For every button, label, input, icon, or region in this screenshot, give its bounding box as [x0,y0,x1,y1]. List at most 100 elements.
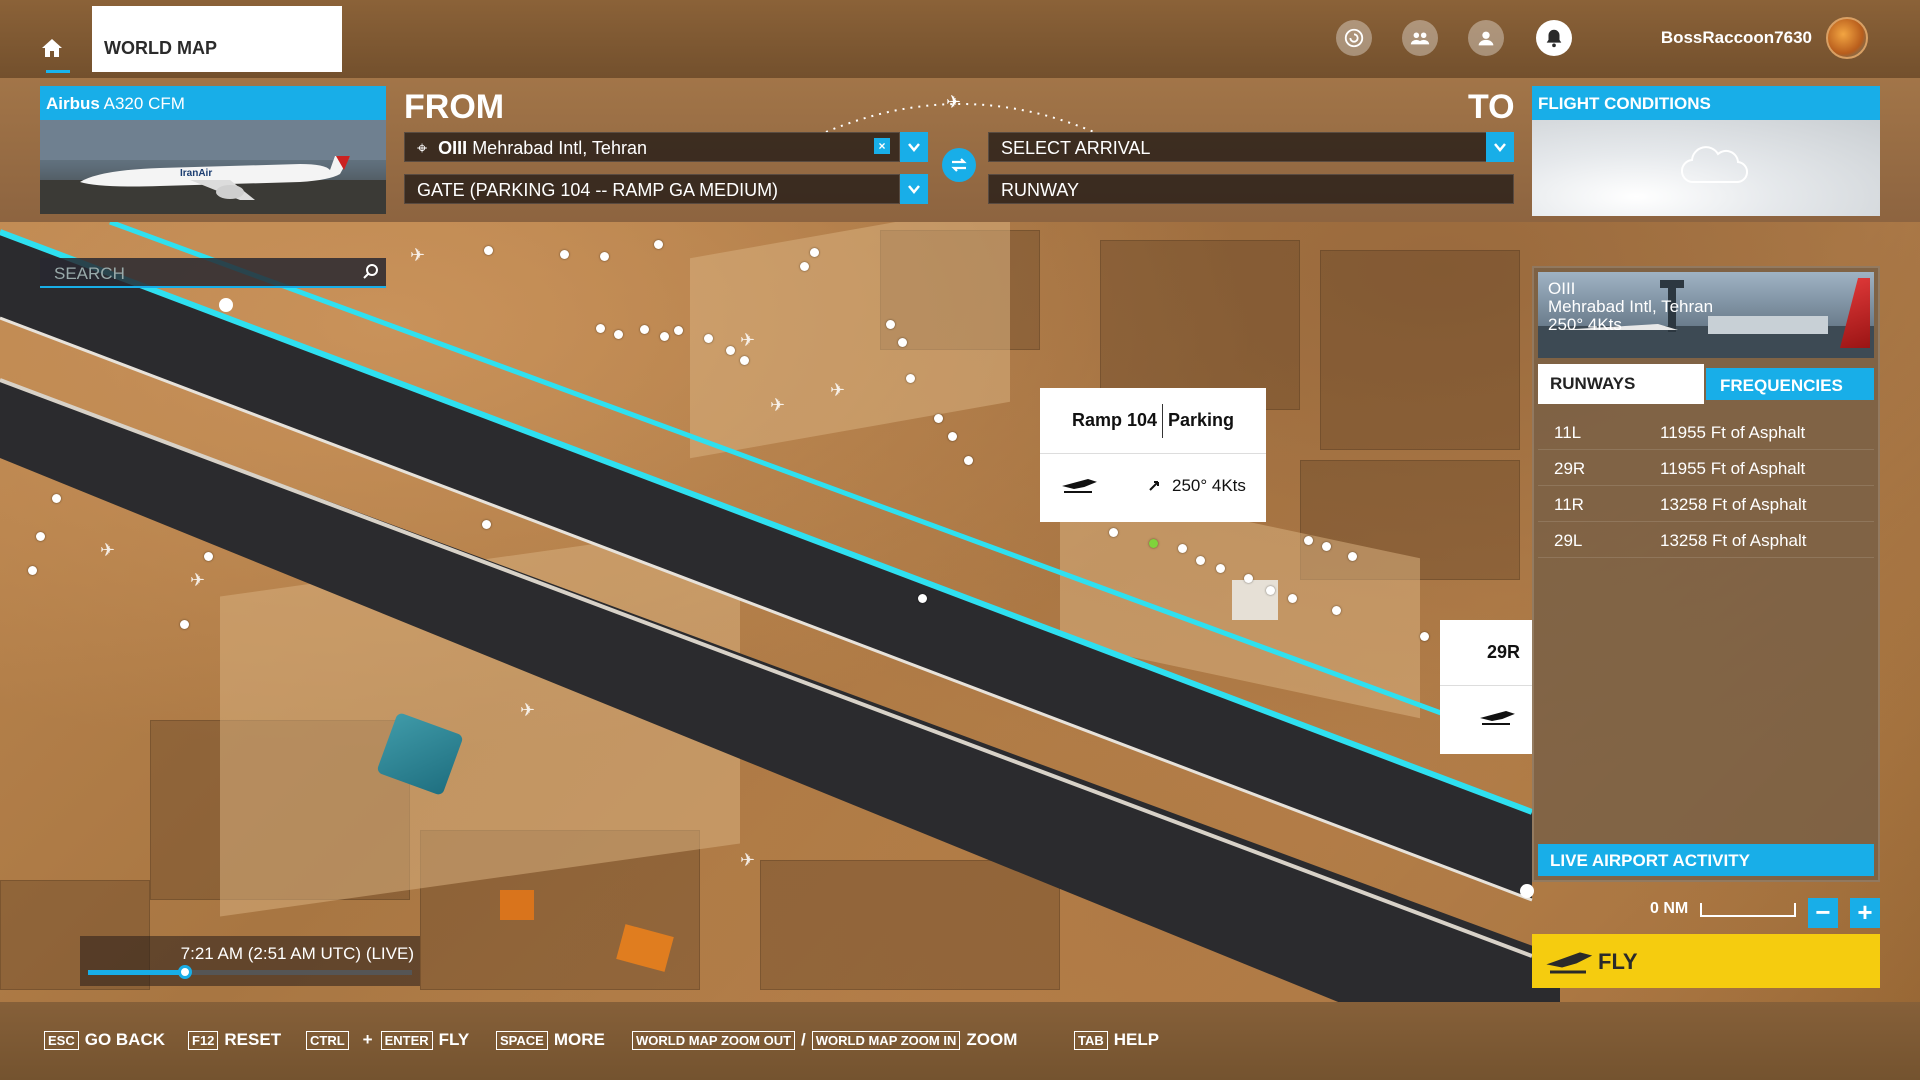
parking-stand[interactable] [600,252,609,261]
runway-popup-name: 29R [1486,642,1520,662]
hint-more[interactable]: SPACE MORE [496,1030,605,1050]
takeoff-icon[interactable] [1062,474,1098,498]
hint-fly[interactable]: CTRL + ENTER FLY [306,1030,469,1050]
parking-stand[interactable] [704,334,713,343]
marketplace-button[interactable] [1336,20,1372,56]
clear-departure-button[interactable]: × [874,138,890,154]
runway-row[interactable]: 11L 11955 Ft of Asphalt [1538,414,1874,450]
departure-icao: OIII [438,138,468,158]
username[interactable]: BossRaccoon7630 [1661,28,1812,48]
fly-button[interactable]: FLY [1532,934,1880,988]
parking-stand[interactable] [726,346,735,355]
search-icon[interactable] [362,263,380,281]
takeoff-icon [1546,952,1592,974]
runway-row[interactable]: 29R 11955 Ft of Asphalt [1538,450,1874,486]
home-button[interactable] [40,36,76,72]
parking-stand[interactable] [1244,574,1253,583]
departure-spot-field[interactable]: GATE (PARKING 104 -- RAMP GA MEDIUM) [404,174,900,204]
parking-stand[interactable] [560,250,569,259]
svg-text:IranAir: IranAir [180,168,212,179]
departure-dropdown-button[interactable] [900,132,928,162]
arrival-spot-field[interactable]: RUNWAY [988,174,1514,204]
avatar[interactable] [1826,17,1868,59]
aircraft-image: IranAir [40,120,386,214]
search-input[interactable]: SEARCH [40,258,386,288]
parking-stand[interactable] [674,326,683,335]
time-slider-track[interactable] [88,965,412,979]
parking-stand[interactable] [810,248,819,257]
parking-stand[interactable] [1348,552,1357,561]
hint-reset[interactable]: F12 RESET [188,1030,281,1050]
fly-button-label: FLY [1598,949,1638,974]
tab-frequencies[interactable]: FREQUENCIES [1706,368,1874,400]
airport-header-image: OIII Mehrabad Intl, Tehran 250° 4Kts [1538,272,1874,358]
parking-stand[interactable] [596,324,605,333]
parking-stand[interactable] [740,356,749,365]
parking-stand[interactable] [1216,564,1225,573]
parking-stand[interactable] [906,374,915,383]
parking-spot-popup[interactable]: Ramp 104 Parking 250° 4Kts [1040,388,1266,522]
tab-runways[interactable]: RUNWAYS [1538,364,1704,404]
parking-stand[interactable] [934,414,943,423]
hint-label: RESET [224,1030,282,1049]
zoom-out-button[interactable]: − [1808,898,1838,928]
notifications-button[interactable] [1536,20,1572,56]
hint-zoom[interactable]: WORLD MAP ZOOM OUT / WORLD MAP ZOOM IN Z… [632,1030,1017,1050]
key-ctrl: CTRL [306,1030,349,1050]
runway-11l-29r[interactable] [0,232,1532,900]
arrival-airport-field[interactable]: SELECT ARRIVAL [988,132,1488,162]
flight-conditions-panel[interactable]: FLIGHT CONDITIONS [1532,86,1880,216]
runway-end-marker[interactable] [1520,884,1534,898]
parking-stand[interactable] [1420,632,1429,641]
runway-row[interactable]: 11R 13258 Ft of Asphalt [1538,486,1874,522]
parking-stand[interactable] [180,620,189,629]
parking-stand[interactable] [1196,556,1205,565]
parking-stand[interactable] [482,520,491,529]
parking-stand[interactable] [918,594,927,603]
hint-go-back[interactable]: ESC GO BACK [44,1030,165,1050]
live-airport-activity-button[interactable]: LIVE AIRPORT ACTIVITY [1538,844,1874,876]
parking-stand[interactable] [660,332,669,341]
parking-stand[interactable] [964,456,973,465]
friends-button[interactable] [1402,20,1438,56]
arrival-dropdown-button[interactable] [1486,132,1514,162]
parking-stand[interactable] [898,338,907,347]
time-of-day-control[interactable]: 7:21 AM (2:51 AM UTC) (LIVE) [80,936,420,986]
selected-parking-stand[interactable] [1149,539,1158,548]
tab-world-map[interactable]: WORLD MAP [92,6,342,72]
takeoff-icon[interactable] [1480,706,1516,730]
parking-stand[interactable] [948,432,957,441]
parking-stand[interactable] [1332,606,1341,615]
parking-stand[interactable] [484,246,493,255]
runway-popup[interactable]: 29R [1440,620,1532,754]
zoom-in-button[interactable]: + [1850,898,1880,928]
parking-stand[interactable] [1322,542,1331,551]
parking-stand[interactable] [1178,544,1187,553]
parking-stand[interactable] [654,240,663,249]
chevron-down-icon [1494,143,1506,152]
parking-stand[interactable] [1266,586,1275,595]
parking-stand[interactable] [614,330,623,339]
parking-stand[interactable] [640,325,649,334]
runway-id: 11R [1554,495,1584,514]
hint-help[interactable]: TAB HELP [1074,1030,1159,1050]
parking-stand[interactable] [800,262,809,271]
departure-airport-field[interactable]: ⌖ OIII Mehrabad Intl, Tehran [404,132,900,162]
parking-stand[interactable] [1304,536,1313,545]
time-slider-handle[interactable] [178,965,193,979]
runway-end-marker[interactable] [219,298,233,312]
hint-label: GO BACK [84,1030,166,1049]
profile-button[interactable] [1468,20,1504,56]
parking-stand[interactable] [1288,594,1297,603]
parking-stand[interactable] [28,566,37,575]
aircraft-selector[interactable]: Airbus A320 CFM IranAir [40,86,386,214]
parking-stand[interactable] [36,532,45,541]
parking-stand[interactable] [1109,528,1118,537]
runway-row[interactable]: 29L 13258 Ft of Asphalt [1538,522,1874,558]
parking-stand[interactable] [52,494,61,503]
swap-route-button[interactable] [942,148,976,182]
departure-spot-dropdown-button[interactable] [900,174,928,204]
parking-stand[interactable] [886,320,895,329]
parking-stand[interactable] [204,552,213,561]
key-zoom-in: WORLD MAP ZOOM IN [811,1030,961,1050]
